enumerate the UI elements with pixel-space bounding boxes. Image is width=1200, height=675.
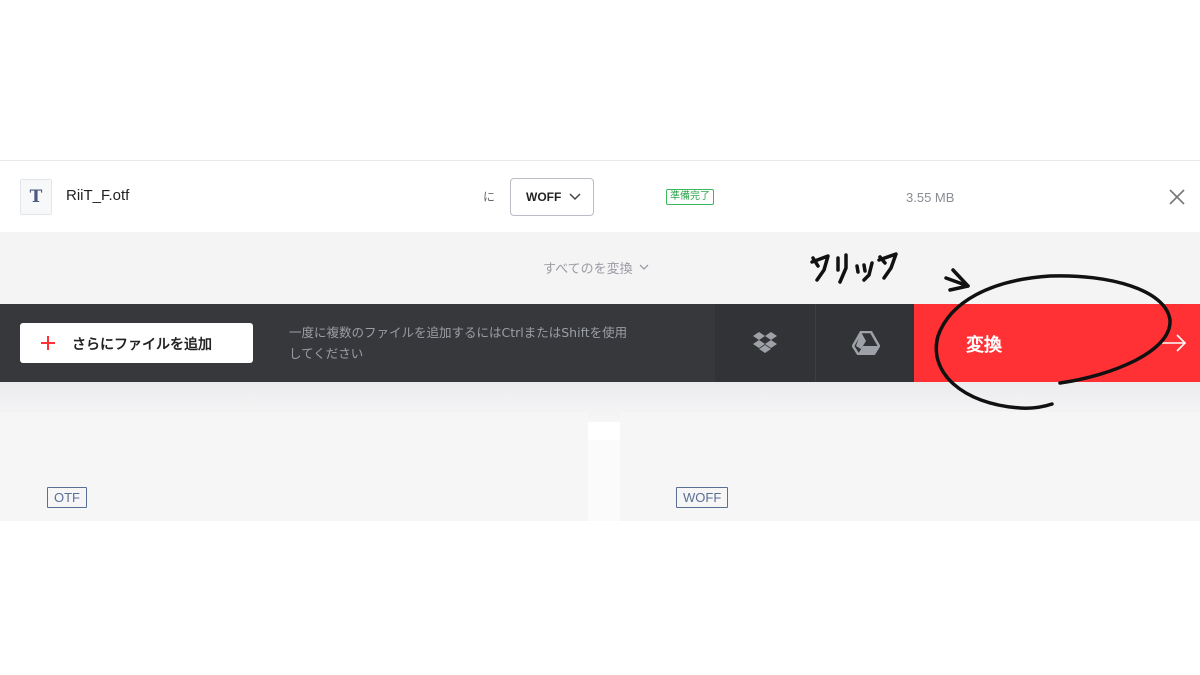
chevron-down-icon (569, 193, 581, 201)
target-format-value: WOFF (526, 190, 562, 204)
source-format-panel: OTF (0, 412, 588, 521)
convert-all-band: すべてのを変換 (0, 233, 1200, 305)
google-drive-icon (851, 331, 880, 355)
file-size: 3.55 MB (906, 190, 955, 205)
convert-button[interactable]: 変換 (914, 304, 1200, 382)
convert-all-label: すべてのを変換 (543, 262, 633, 277)
status-badge: 準備完了 (666, 189, 714, 205)
target-format-select[interactable]: WOFF (510, 178, 594, 216)
target-format-panel: WOFF (620, 412, 1200, 521)
hint-line-2: してください (289, 346, 364, 361)
chevron-down-icon (639, 264, 649, 270)
google-drive-button[interactable] (815, 304, 915, 382)
dropbox-button[interactable] (715, 304, 815, 382)
convert-label: 変換 (966, 335, 1002, 356)
font-file-icon: T (20, 179, 52, 215)
close-icon[interactable] (1168, 188, 1186, 206)
action-bar: さらにファイルを追加 一度に複数のファイルを追加するにはCtrlまたはShift… (0, 304, 1200, 382)
converter-page: T RiiT_F.otf に WOFF 準備完了 3.55 MB すべてのを変換 (0, 0, 1200, 675)
multi-select-hint: 一度に複数のファイルを追加するにはCtrlまたはShiftを使用 してください (289, 322, 699, 364)
to-label: に (483, 190, 496, 204)
arrow-right-icon (1162, 334, 1187, 352)
convert-all-dropdown[interactable]: すべてのを変換 (543, 258, 649, 277)
add-more-files-button[interactable]: さらにファイルを追加 (20, 323, 253, 363)
file-row: T RiiT_F.otf に WOFF 準備完了 3.55 MB (0, 160, 1200, 232)
dropbox-icon (753, 332, 777, 353)
add-more-files-label: さらにファイルを追加 (72, 337, 212, 353)
source-format-tag: OTF (47, 487, 87, 508)
file-name: RiiT_F.otf (66, 187, 130, 204)
hint-line-1: 一度に複数のファイルを追加するにはCtrlまたはShiftを使用 (289, 325, 628, 340)
font-file-letter: T (29, 187, 43, 207)
panel-divider (588, 440, 620, 521)
target-format-tag: WOFF (676, 487, 729, 508)
plus-icon (41, 336, 55, 350)
